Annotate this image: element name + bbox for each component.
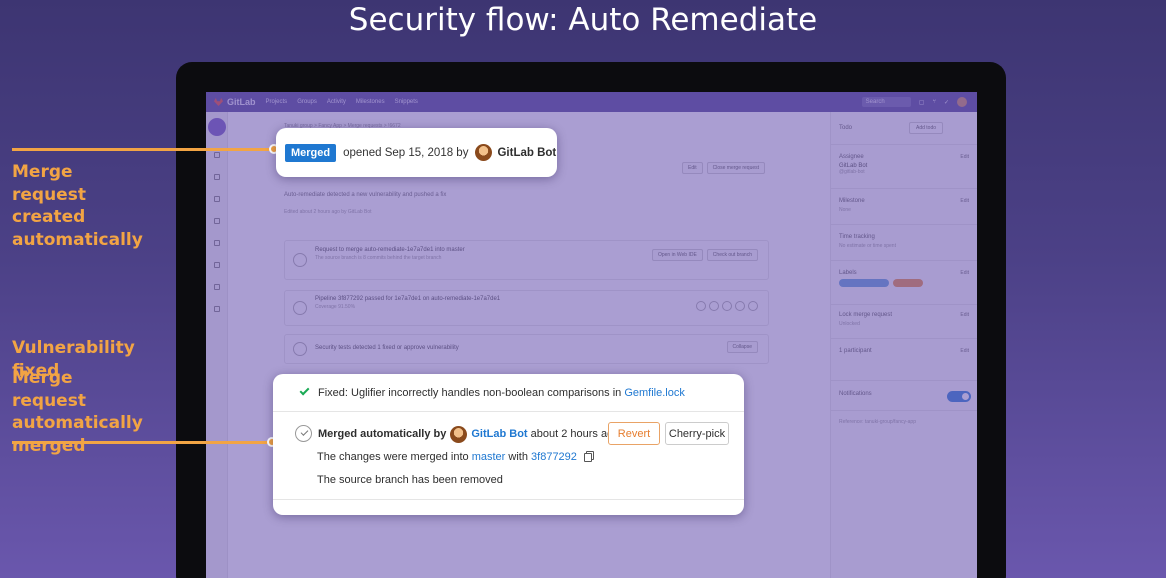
sidebar-mr-icon[interactable] bbox=[214, 218, 220, 224]
project-sidebar bbox=[206, 112, 228, 578]
fixed-text: Fixed: Uglifier incorrectly handles non-… bbox=[318, 386, 622, 399]
author-name[interactable]: GitLab Bot bbox=[497, 147, 556, 159]
nav-groups[interactable]: Groups bbox=[297, 99, 317, 105]
cherry-pick-button[interactable]: Cherry-pick bbox=[665, 422, 729, 445]
merge-requests-icon[interactable]: ⑂ bbox=[932, 99, 936, 105]
sidebar-overview-icon[interactable] bbox=[214, 152, 220, 158]
sidebar-operations-icon[interactable] bbox=[214, 262, 220, 268]
add-todo-button[interactable]: Add todo bbox=[909, 122, 944, 134]
notifications-toggle[interactable] bbox=[947, 391, 971, 402]
milestone-label: Milestone bbox=[839, 198, 865, 204]
sidebar-repository-icon[interactable] bbox=[214, 174, 220, 180]
leader-line-created bbox=[12, 148, 274, 151]
nav-snippets[interactable]: Snippets bbox=[395, 99, 418, 105]
lock-edit[interactable]: Edit bbox=[960, 312, 969, 318]
copy-icon[interactable] bbox=[583, 452, 592, 462]
merge-request-widget: Request to merge auto-remediate-1e7a7de1… bbox=[284, 240, 769, 280]
close-mr-button[interactable]: Close merge request bbox=[706, 162, 766, 174]
assignee-handle: @gitlab-bot bbox=[839, 169, 865, 175]
project-avatar[interactable] bbox=[208, 118, 226, 136]
sidebar-issues-icon[interactable] bbox=[214, 196, 220, 202]
participants-edit[interactable]: Edit bbox=[960, 348, 969, 354]
milestone-edit[interactable]: Edit bbox=[960, 198, 969, 204]
time-tracking-value: No estimate or time spent bbox=[839, 243, 896, 249]
commit-link[interactable]: 3f877292 bbox=[531, 451, 577, 463]
slide-title: Security flow: Auto Remediate bbox=[348, 2, 818, 38]
merged-into-text: The changes were merged into bbox=[317, 451, 469, 463]
check-icon bbox=[299, 385, 310, 396]
edit-button[interactable]: Edit bbox=[682, 162, 703, 174]
assignee-edit[interactable]: Edit bbox=[960, 154, 969, 160]
assignee-label: Assignee bbox=[839, 154, 864, 160]
nav-milestones[interactable]: Milestones bbox=[356, 99, 385, 105]
merge-result-callout: Fixed: Uglifier incorrectly handles non-… bbox=[273, 374, 744, 515]
label-chip[interactable] bbox=[893, 279, 924, 287]
merged-into-row: The changes were merged into master with… bbox=[317, 451, 592, 463]
todo-label: Todo bbox=[839, 125, 853, 131]
todos-icon[interactable]: ✓ bbox=[944, 99, 949, 106]
mr-right-sidebar: Todo Add todo Assignee Edit GitLab Bot @… bbox=[830, 112, 977, 578]
security-status-icon bbox=[293, 342, 307, 356]
merged-time: about 2 hours ago bbox=[530, 428, 620, 440]
bot-avatar[interactable] bbox=[450, 425, 468, 443]
merged-by-label: Merged automatically by bbox=[318, 428, 447, 440]
pipeline-status-icon bbox=[293, 301, 307, 315]
issues-icon[interactable]: ▢ bbox=[919, 99, 925, 106]
collapse-button[interactable]: Collapse bbox=[726, 341, 758, 353]
top-navbar: GitLab Projects Groups Activity Mileston… bbox=[206, 92, 977, 112]
sidebar-cicd-icon[interactable] bbox=[214, 240, 220, 246]
with-text: with bbox=[508, 451, 528, 463]
labels-label: Labels bbox=[839, 270, 857, 276]
mr-edited-info: Edited about 2 hours ago by GitLab Bot bbox=[284, 209, 372, 215]
lock-value: Unlocked bbox=[839, 321, 860, 327]
sidebar-wiki-icon[interactable] bbox=[214, 284, 220, 290]
gemfile-lock-link[interactable]: Gemfile.lock bbox=[624, 387, 685, 399]
brand-name: GitLab bbox=[227, 97, 256, 107]
fixed-vulnerability-row: Fixed: Uglifier incorrectly handles non-… bbox=[273, 374, 744, 412]
label-chip[interactable] bbox=[839, 279, 889, 287]
leader-line-merged bbox=[12, 441, 272, 444]
gitlab-logo[interactable]: GitLab bbox=[214, 97, 256, 107]
merged-check-icon bbox=[295, 425, 312, 442]
tanuki-icon bbox=[214, 98, 223, 106]
nav-projects[interactable]: Projects bbox=[266, 99, 288, 105]
bot-link[interactable]: GitLab Bot bbox=[471, 428, 527, 440]
mr-description: Auto-remediate detected a new vulnerabil… bbox=[284, 192, 447, 198]
mr-status-icon bbox=[293, 253, 307, 267]
participants-label: 1 participant bbox=[839, 348, 872, 354]
nav-activity[interactable]: Activity bbox=[327, 99, 346, 105]
open-web-ide-button[interactable]: Open in Web IDE bbox=[651, 249, 703, 261]
time-tracking-label: Time tracking bbox=[839, 234, 875, 240]
security-tests-summary: Security tests detected 1 fixed or appro… bbox=[315, 345, 459, 351]
merged-status-badge: Merged bbox=[285, 143, 337, 162]
security-widget: Security tests detected 1 fixed or appro… bbox=[284, 334, 769, 364]
pipeline-stages[interactable] bbox=[696, 301, 758, 311]
pipeline-widget: Pipeline 3f877292 passed for 1e7a7de1 on… bbox=[284, 290, 769, 326]
milestone-value: None bbox=[839, 207, 851, 213]
reference-label: Reference: tanuki-group/fancy-app bbox=[839, 419, 916, 425]
check-out-branch-button[interactable]: Check out branch bbox=[706, 249, 758, 261]
search-input[interactable]: Search bbox=[861, 97, 911, 107]
annotation-created: Merge request created automatically bbox=[12, 162, 143, 250]
notifications-label: Notifications bbox=[839, 391, 872, 397]
mr-header-callout: Merged opened Sep 15, 2018 by GitLab Bot bbox=[276, 128, 557, 177]
revert-button[interactable]: Revert bbox=[608, 422, 660, 445]
source-removed-text: The source branch has been removed bbox=[317, 474, 503, 486]
user-avatar[interactable] bbox=[957, 97, 967, 107]
sidebar-settings-icon[interactable] bbox=[214, 306, 220, 312]
lock-label: Lock merge request bbox=[839, 312, 893, 318]
target-branch-link[interactable]: master bbox=[472, 451, 506, 463]
bot-avatar[interactable] bbox=[475, 144, 493, 161]
merged-by-row: Merged automatically by GitLab Bot about… bbox=[318, 425, 620, 443]
opened-info: opened Sep 15, 2018 by bbox=[343, 146, 469, 159]
divider bbox=[273, 499, 744, 500]
labels-edit[interactable]: Edit bbox=[960, 270, 969, 276]
